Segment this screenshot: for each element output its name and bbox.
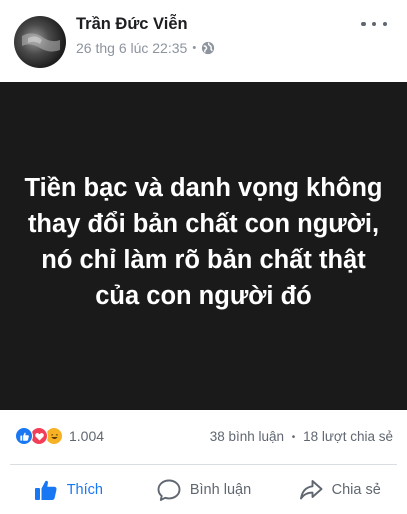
comment-button[interactable]: Bình luận [136,465,272,514]
share-icon [299,479,323,499]
avatar[interactable] [14,16,66,68]
like-icon [15,427,33,445]
post-header: Trần Đức Viễn 26 thg 6 lúc 22:35 • [0,0,407,82]
meta-separator: • [192,42,197,54]
like-button[interactable]: Thích [0,465,136,514]
share-count[interactable]: 18 lượt chia sẻ [303,429,393,444]
counts-separator: • [291,432,296,443]
thumbs-up-icon [34,480,57,500]
post-image-text: Tiền bạc và danh vọng không thay đổi bản… [24,174,383,310]
more-dot-icon [382,21,387,27]
comment-count[interactable]: 38 bình luận [210,429,284,444]
engagement-counts: 38 bình luận • 18 lượt chia sẻ [210,429,393,444]
more-dot-icon [371,21,377,27]
like-button-label: Thích [66,481,103,498]
globe-icon [202,41,215,55]
more-options-button[interactable] [361,19,387,29]
comment-icon [157,479,181,501]
post-meta: 26 thg 6 lúc 22:35 • [76,40,215,56]
share-button[interactable]: Chia sẻ [271,465,407,514]
avatar-image [22,33,60,52]
post-stats: 1.004 38 bình luận • 18 lượt chia sẻ [0,410,407,464]
post-timestamp[interactable]: 26 thg 6 lúc 22:35 [76,40,187,56]
post-image[interactable]: Tiền bạc và danh vọng không thay đổi bản… [0,82,407,410]
share-button-label: Chia sẻ [331,481,381,498]
action-bar: Thích Bình luận Chia sẻ [0,465,407,514]
reactions-summary[interactable]: 1.004 [15,427,104,445]
author-name[interactable]: Trần Đức Viễn [76,15,188,34]
reaction-count: 1.004 [69,428,105,444]
comment-button-label: Bình luận [189,481,252,498]
more-dot-icon [361,21,366,27]
